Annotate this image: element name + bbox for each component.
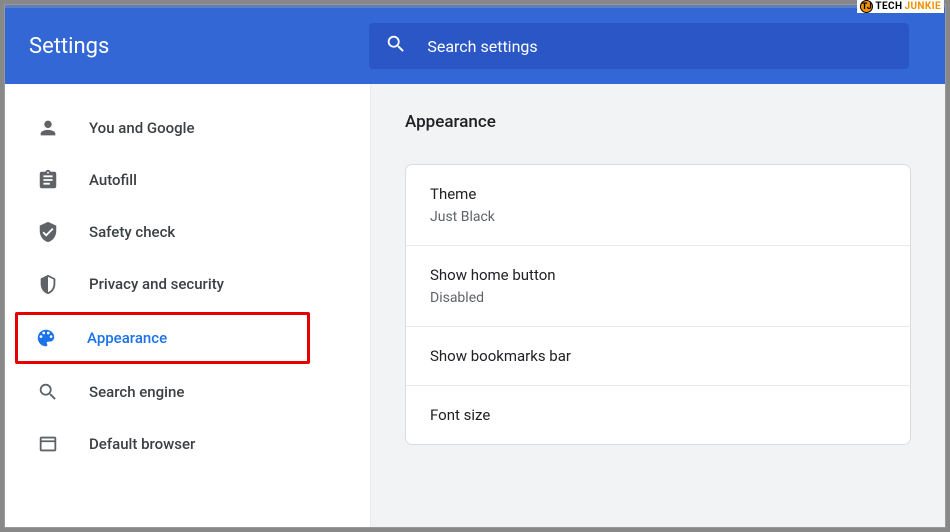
watermark-text-1: TECH [875,1,902,12]
setting-row-font-size[interactable]: Font size [406,386,910,444]
sidebar-item-autofill[interactable]: Autofill [5,154,370,206]
search-bar[interactable] [369,23,909,69]
sidebar: You and Google Autofill Safety check Pri… [5,84,371,527]
header: Settings [5,8,945,84]
watermark-text-2: JUNKIE [904,1,941,12]
sidebar-item-label: Appearance [87,329,167,347]
settings-card: Theme Just Black Show home button Disabl… [405,164,911,445]
sidebar-item-default-browser[interactable]: Default browser [5,418,370,470]
setting-value: Disabled [430,290,886,306]
shield-icon [37,273,59,295]
section-title: Appearance [405,112,911,132]
setting-title: Show bookmarks bar [430,347,886,365]
setting-title: Font size [430,406,886,424]
setting-title: Theme [430,185,886,203]
sidebar-item-label: Safety check [89,223,175,241]
magnifier-icon [37,381,59,403]
app-frame: Settings You and Google Autofill [4,4,946,528]
sidebar-item-label: Autofill [89,171,137,189]
watermark-badge-icon: TJ [860,0,873,13]
watermark: TJ TECHJUNKIE [857,0,944,13]
search-input[interactable] [427,37,893,56]
palette-icon [35,327,57,349]
sidebar-item-safety-check[interactable]: Safety check [5,206,370,258]
person-icon [37,117,59,139]
setting-row-home-button[interactable]: Show home button Disabled [406,246,910,327]
sidebar-item-search-engine[interactable]: Search engine [5,366,370,418]
sidebar-item-label: You and Google [89,119,194,137]
setting-row-theme[interactable]: Theme Just Black [406,165,910,246]
setting-row-bookmarks-bar[interactable]: Show bookmarks bar [406,327,910,386]
sidebar-item-you-and-google[interactable]: You and Google [5,102,370,154]
sidebar-item-privacy-security[interactable]: Privacy and security [5,258,370,310]
shield-check-icon [37,221,59,243]
sidebar-item-label: Search engine [89,383,184,401]
sidebar-item-label: Default browser [89,435,195,453]
browser-window-icon [37,433,59,455]
sidebar-item-label: Privacy and security [89,275,224,293]
page-title: Settings [29,34,109,59]
setting-value: Just Black [430,209,886,225]
body: You and Google Autofill Safety check Pri… [5,84,945,527]
main-content: Appearance Theme Just Black Show home bu… [371,84,945,527]
sidebar-item-appearance[interactable]: Appearance [15,312,310,364]
search-icon [385,33,407,59]
clipboard-icon [37,169,59,191]
setting-title: Show home button [430,266,886,284]
